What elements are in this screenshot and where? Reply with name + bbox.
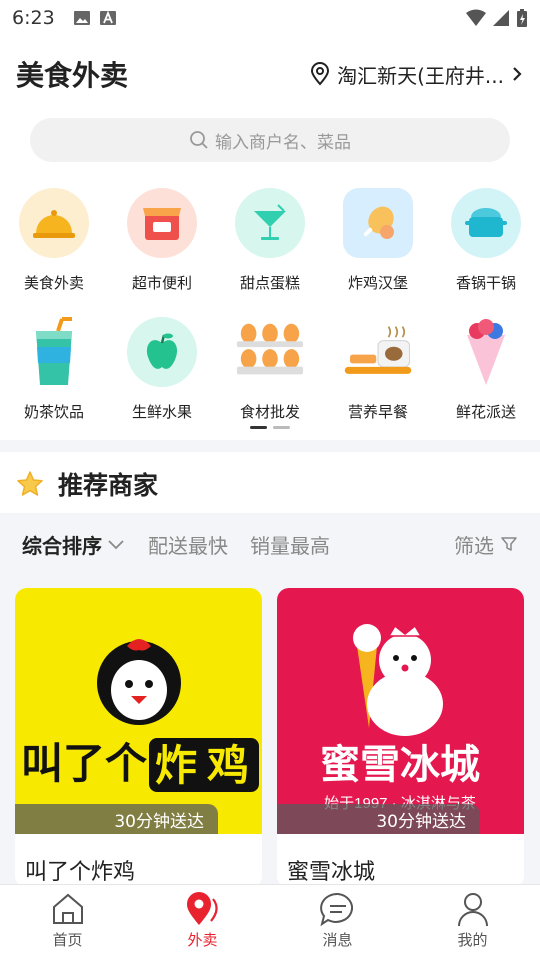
status-bar: 6:23 — [0, 0, 540, 36]
delivery-eta: 30分钟送达 — [15, 804, 218, 834]
filter-icon — [501, 537, 517, 551]
signal-icon — [493, 10, 509, 26]
location-selector[interactable]: 淘汇新天(王府井... — [309, 60, 524, 89]
recommend-title: 推荐商家 — [58, 471, 159, 500]
sort-fastest[interactable]: 配送最快 — [148, 530, 228, 559]
dish-cloche-icon — [19, 188, 89, 258]
store-icon — [127, 188, 197, 258]
location-text: 淘汇新天(王府井... — [337, 63, 504, 88]
category-flowers[interactable]: 鲜花派送 — [432, 317, 540, 422]
logo-text-c: 鸡 — [207, 742, 249, 789]
bottom-nav: 首页 外卖 消息 我的 — [0, 884, 540, 960]
chevron-right-icon — [513, 67, 522, 81]
logo-text: 蜜雪冰城 — [320, 743, 480, 787]
category-grid: 美食外卖 超市便利 甜点蛋糕 炸鸡汉堡 香锅干锅 奶茶饮品 生鲜水果 食材批发 … — [0, 188, 540, 422]
profile-icon — [457, 893, 488, 927]
delivery-pin-icon — [186, 892, 218, 925]
sort-bar: 综合排序 配送最快 销量最高 筛选 — [0, 513, 540, 575]
eggs-icon — [235, 317, 305, 387]
home-icon — [52, 893, 83, 924]
star-icon — [17, 471, 43, 496]
search-placeholder: 输入商户名、菜品 — [215, 132, 351, 153]
nav-messages[interactable]: 消息 — [270, 885, 405, 960]
filter-button[interactable]: 筛选 — [454, 530, 518, 559]
apple-icon — [127, 317, 197, 387]
page-indicator — [250, 426, 290, 429]
message-icon — [319, 892, 353, 927]
search-icon — [190, 131, 208, 149]
nav-delivery[interactable]: 外卖 — [135, 885, 270, 960]
wifi-icon — [466, 9, 486, 26]
category-breakfast[interactable]: 营养早餐 — [324, 317, 432, 422]
category-food-delivery[interactable]: 美食外卖 — [0, 188, 108, 293]
breakfast-icon — [343, 317, 413, 387]
sort-top-sales[interactable]: 销量最高 — [250, 530, 330, 559]
logo-text-a: 叫了个 — [21, 740, 147, 787]
logo-text-b: 炸 — [155, 742, 197, 789]
search-bar[interactable]: 输入商户名、菜品 — [30, 118, 510, 162]
location-pin-icon — [311, 62, 330, 86]
merchant-card[interactable]: 蜜雪冰城 始于1997 · 冰淇淋与茶 30分钟送达 蜜雪冰城 — [277, 588, 524, 888]
category-dry-pot[interactable]: 香锅干锅 — [432, 188, 540, 293]
sort-composite[interactable]: 综合排序 — [22, 530, 126, 559]
image-notification-icon — [73, 11, 90, 25]
snow-king-logo-icon: 蜜雪冰城 始于1997 · 冰淇淋与茶 — [320, 624, 480, 812]
delivery-eta: 30分钟送达 — [277, 804, 480, 834]
category-supermarket[interactable]: 超市便利 — [108, 188, 216, 293]
font-notification-icon — [99, 10, 116, 25]
flower-icon — [451, 317, 521, 387]
category-wholesale[interactable]: 食材批发 — [216, 317, 324, 422]
merchant-name: 叫了个炸鸡 — [25, 860, 136, 885]
milk-tea-icon — [19, 317, 89, 387]
merchant-logo-image: 叫了个 炸 鸡 30分钟送达 — [15, 588, 262, 834]
category-fried-chicken[interactable]: 炸鸡汉堡 — [324, 188, 432, 293]
chicken-logo-icon: 叫了个 炸 鸡 — [21, 639, 259, 792]
recommend-header: 推荐商家 — [16, 462, 158, 506]
merchant-logo-image: 蜜雪冰城 始于1997 · 冰淇淋与茶 30分钟送达 — [277, 588, 524, 834]
cocktail-icon — [235, 188, 305, 258]
section-divider — [0, 440, 540, 452]
merchant-card[interactable]: 叫了个 炸 鸡 30分钟送达 叫了个炸鸡 — [15, 588, 262, 888]
category-fresh-fruit[interactable]: 生鲜水果 — [108, 317, 216, 422]
battery-icon — [517, 9, 527, 27]
page-dot — [273, 426, 290, 429]
category-milk-tea[interactable]: 奶茶饮品 — [0, 317, 108, 422]
nav-home[interactable]: 首页 — [0, 885, 135, 960]
pot-icon — [451, 188, 521, 258]
page-title: 美食外卖 — [16, 59, 129, 92]
status-time: 6:23 — [12, 7, 55, 29]
page-dot-active — [250, 426, 267, 429]
category-dessert[interactable]: 甜点蛋糕 — [216, 188, 324, 293]
chicken-leg-icon — [343, 188, 413, 258]
chevron-down-icon — [108, 540, 124, 550]
nav-profile[interactable]: 我的 — [405, 885, 540, 960]
header: 美食外卖 淘汇新天(王府井... — [0, 44, 540, 104]
merchant-name: 蜜雪冰城 — [287, 860, 376, 885]
